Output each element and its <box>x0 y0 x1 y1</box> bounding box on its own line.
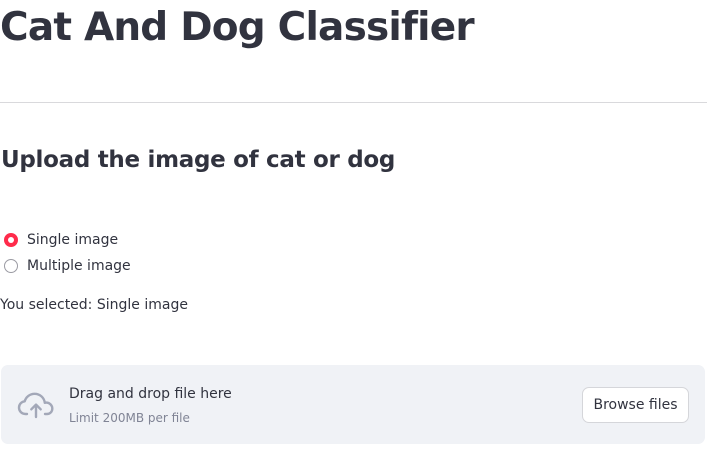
browse-files-button[interactable]: Browse files <box>582 387 689 423</box>
radio-label-single-image: Single image <box>27 232 119 248</box>
radio-label-multiple-image: Multiple image <box>27 258 131 274</box>
radio-option-single-image[interactable]: Single image <box>4 227 131 253</box>
image-mode-radio-group: Single image Multiple image <box>4 227 131 279</box>
dropzone-size-limit: Limit 200MB per file <box>69 411 190 425</box>
radio-unchecked-icon[interactable] <box>4 259 18 273</box>
page-subtitle: Upload the image of cat or dog <box>1 147 396 173</box>
file-dropzone[interactable]: Drag and drop file here Limit 200MB per … <box>1 365 705 444</box>
radio-checked-icon[interactable] <box>4 233 18 247</box>
cloud-upload-icon <box>17 392 54 419</box>
radio-option-multiple-image[interactable]: Multiple image <box>4 253 131 279</box>
page-title: Cat And Dog Classifier <box>0 5 475 50</box>
dropzone-instructions: Drag and drop file here <box>69 386 232 402</box>
divider <box>0 102 707 103</box>
selection-status-text: You selected: Single image <box>0 297 188 313</box>
